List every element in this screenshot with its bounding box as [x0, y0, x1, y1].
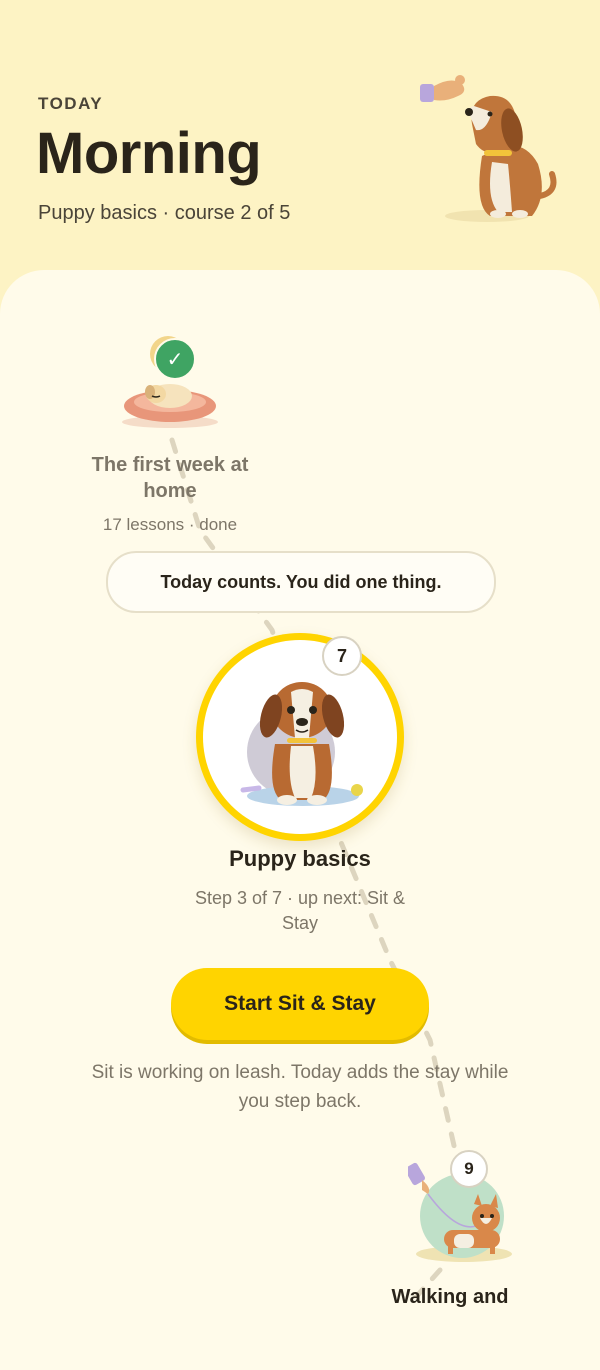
lesson-note: Sit is working on leash. Today adds the … — [91, 1062, 509, 1112]
start-lesson-button[interactable]: Start Sit & Stay — [171, 968, 429, 1040]
page-subtitle: Puppy basics · course 2 of 5 — [38, 202, 291, 224]
current-course-title: Puppy basics — [229, 846, 371, 871]
toast-text: Today counts. You did one thing. — [160, 571, 442, 592]
completed-course-title[interactable]: The first week at home — [70, 452, 270, 504]
next-step-count-badge: 9 — [450, 1150, 488, 1188]
dog-with-treat-illustration — [420, 75, 557, 222]
eyebrow-label: TODAY — [38, 94, 104, 113]
beagle-puppy-illustration — [240, 682, 363, 806]
current-course-illustration-frame — [203, 640, 397, 834]
current-step-count-badge: 7 — [322, 636, 362, 676]
completed-check-icon: ✓ — [154, 338, 196, 380]
completed-course-meta: 17 lessons · done — [102, 515, 238, 534]
encouragement-toast: Today counts. You did one thing. — [106, 551, 496, 613]
current-course-ring[interactable] — [196, 633, 404, 841]
page-title: Morning — [36, 121, 262, 186]
header: TODAY Morning Puppy basics · course 2 of… — [0, 0, 600, 300]
current-course-meta: Step 3 of 7 · up next: Sit & Stay — [194, 888, 406, 933]
